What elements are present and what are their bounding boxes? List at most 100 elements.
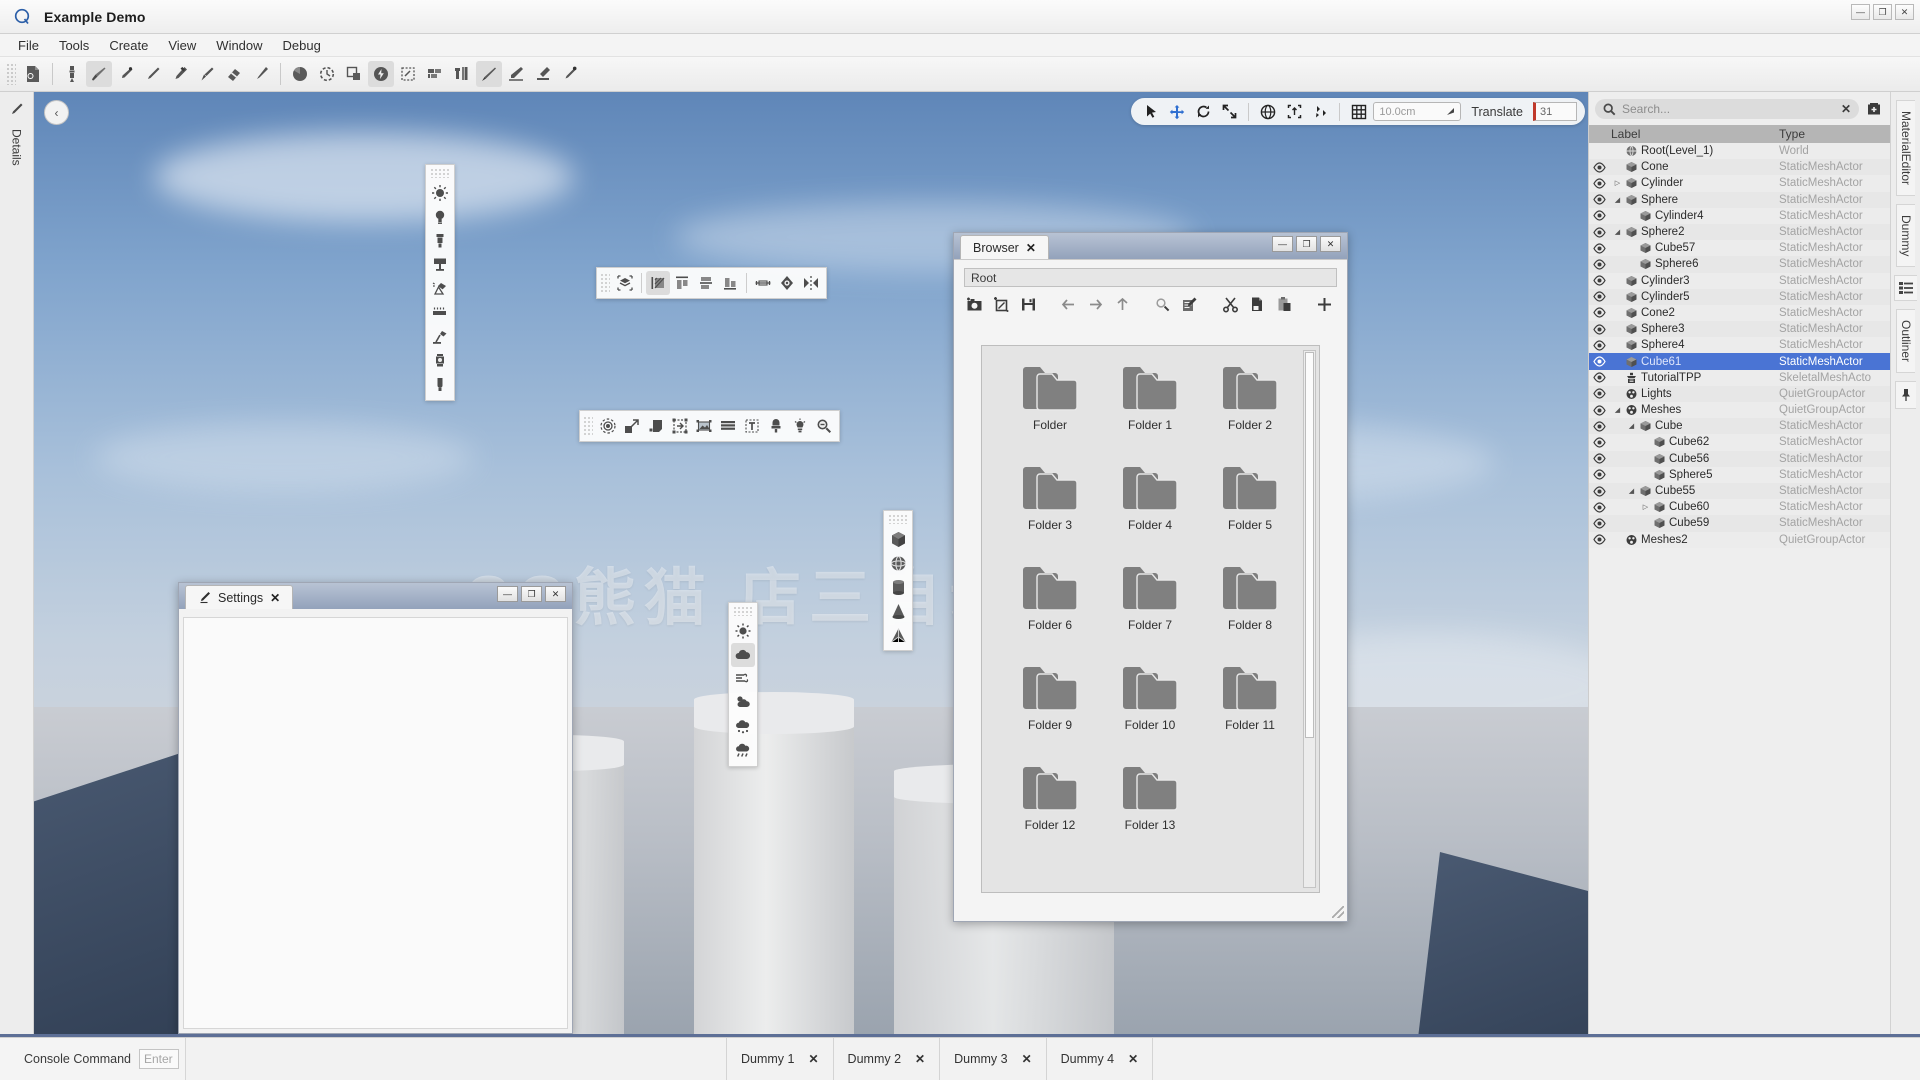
settings-minimize-button[interactable]: — — [497, 586, 518, 602]
ink-pen-icon[interactable] — [248, 61, 274, 87]
tower-light-icon[interactable] — [428, 229, 452, 253]
menu-tools[interactable]: Tools — [49, 36, 99, 55]
bottom-tab-close-icon[interactable]: ✕ — [808, 1052, 818, 1066]
align-center-object-icon[interactable] — [613, 271, 637, 295]
settings-title-bar[interactable]: Settings ✕ — ❐ ✕ — [179, 583, 572, 609]
browser-window[interactable]: Browser ✕ — ❐ ✕ Root — [953, 232, 1348, 922]
crop-select-icon[interactable] — [395, 61, 421, 87]
visibility-eye-icon[interactable] — [1589, 162, 1609, 173]
visibility-eye-icon[interactable] — [1589, 518, 1609, 529]
visibility-eye-icon[interactable] — [1589, 210, 1609, 221]
browser-path-bar[interactable]: Root — [964, 268, 1337, 287]
outliner-row[interactable]: LightsQuietGroupActor — [1589, 386, 1890, 402]
wind-icon[interactable] — [731, 667, 755, 691]
cut-scissors-icon[interactable] — [1218, 292, 1243, 316]
maximize-button[interactable]: ❐ — [1873, 4, 1892, 20]
snap-value-input[interactable]: 10.0cm — [1373, 102, 1461, 121]
add-folder-icon[interactable] — [1864, 99, 1884, 119]
airbrush-icon[interactable] — [194, 61, 220, 87]
rain-icon[interactable] — [731, 739, 755, 763]
image-placeholder-icon[interactable] — [692, 414, 716, 438]
bottom-tab-dummy-4[interactable]: Dummy 4 ✕ — [1047, 1038, 1154, 1080]
bricks-icon[interactable] — [422, 61, 448, 87]
paste-icon[interactable] — [1272, 292, 1297, 316]
paintbrush-icon[interactable] — [86, 61, 112, 87]
outliner-row[interactable]: Sphere6StaticMeshActor — [1589, 256, 1890, 272]
visibility-eye-icon[interactable] — [1589, 307, 1609, 318]
outliner-row[interactable]: Root(Level_1)World — [1589, 143, 1890, 159]
folder-item[interactable]: Folder 4 — [1100, 458, 1200, 558]
settings-maximize-button[interactable]: ❐ — [521, 586, 542, 602]
browser-tab-close-icon[interactable]: ✕ — [1026, 241, 1036, 255]
pencil-icon[interactable] — [140, 61, 166, 87]
chevron-down-icon[interactable]: ◢ — [1613, 406, 1622, 414]
folder-item[interactable]: Folder 6 — [1000, 558, 1100, 658]
mirror-icon[interactable] — [799, 271, 823, 295]
calligraphy-icon[interactable] — [530, 61, 556, 87]
folder-item[interactable]: Folder 5 — [1200, 458, 1300, 558]
settings-window[interactable]: Settings ✕ — ❐ ✕ — [178, 582, 573, 1034]
expand-arrow-icon[interactable] — [1446, 107, 1455, 116]
rotate-gizmo-icon[interactable] — [1191, 101, 1215, 123]
visibility-eye-icon[interactable] — [1589, 421, 1609, 432]
folder-item[interactable]: Folder 9 — [1000, 658, 1100, 758]
outliner-row[interactable]: ◢CubeStaticMeshActor — [1589, 418, 1890, 434]
bottom-tab-dummy-3[interactable]: Dummy 3 ✕ — [940, 1038, 1047, 1080]
desk-lamp-icon[interactable] — [428, 325, 452, 349]
visibility-eye-icon[interactable] — [1589, 388, 1609, 399]
outliner-row[interactable]: Cylinder5StaticMeshActor — [1589, 289, 1890, 305]
orbit-target-icon[interactable] — [596, 414, 620, 438]
globe-world-space-icon[interactable] — [1256, 101, 1280, 123]
rename-edit-icon[interactable] — [1177, 292, 1202, 316]
shapes-icon[interactable] — [341, 61, 367, 87]
visibility-eye-icon[interactable] — [1589, 194, 1609, 205]
visibility-eye-icon[interactable] — [1589, 486, 1609, 497]
outliner-row[interactable]: Cube57StaticMeshActor — [1589, 240, 1890, 256]
area-light-icon[interactable] — [428, 253, 452, 277]
visibility-eye-icon[interactable] — [1589, 453, 1609, 464]
folder-item[interactable]: Folder 12 — [1000, 758, 1100, 858]
settings-tab[interactable]: Settings ✕ — [185, 585, 293, 609]
align-bottom-icon[interactable] — [718, 271, 742, 295]
marker-icon[interactable] — [167, 61, 193, 87]
palette-grip-align[interactable] — [600, 273, 610, 293]
visibility-eye-icon[interactable] — [1589, 372, 1609, 383]
outliner-row[interactable]: ConeStaticMeshActor — [1589, 159, 1890, 175]
stamp-ruler-icon[interactable] — [449, 61, 475, 87]
brush-line-icon[interactable] — [476, 61, 502, 87]
fountain-pen-icon[interactable] — [113, 61, 139, 87]
visibility-eye-icon[interactable] — [1589, 227, 1609, 238]
up-arrow-icon[interactable] — [1110, 292, 1135, 316]
menu-window[interactable]: Window — [206, 36, 272, 55]
sidebar-tab-details[interactable]: Details — [7, 121, 27, 174]
sun-light-icon[interactable] — [428, 181, 452, 205]
folder-item[interactable]: Folder 2 — [1200, 358, 1300, 458]
ruler-pen-icon[interactable] — [503, 61, 529, 87]
visibility-eye-icon[interactable] — [1589, 356, 1609, 367]
align-top-icon[interactable] — [670, 271, 694, 295]
search-input[interactable]: Search... ✕ — [1595, 99, 1859, 119]
outliner-row[interactable]: Sphere3StaticMeshActor — [1589, 321, 1890, 337]
browser-title-bar[interactable]: Browser ✕ — ❐ ✕ — [954, 233, 1347, 259]
visibility-eye-icon[interactable] — [1589, 243, 1609, 254]
chevron-down-icon[interactable]: ◢ — [1613, 228, 1622, 236]
copy-icon[interactable] — [1245, 292, 1270, 316]
pivot-center-icon[interactable] — [1282, 101, 1306, 123]
toolbar-grip[interactable] — [6, 63, 16, 85]
cloud-sun-icon[interactable] — [731, 691, 755, 715]
column-type[interactable]: Type — [1779, 125, 1890, 143]
chevron-down-icon[interactable]: ◢ — [1627, 422, 1636, 430]
minimize-button[interactable]: — — [1851, 4, 1870, 20]
transform-box-icon[interactable] — [668, 414, 692, 438]
layers-stack-icon[interactable] — [716, 414, 740, 438]
chevron-down-icon[interactable]: ◢ — [1627, 487, 1636, 495]
outliner-row[interactable]: Meshes2QuietGroupActor — [1589, 532, 1890, 548]
spot-lamp-icon[interactable] — [428, 277, 452, 301]
bottom-tab-dummy-1[interactable]: Dummy 1 ✕ — [726, 1038, 834, 1080]
visibility-eye-icon[interactable] — [1589, 340, 1609, 351]
column-label[interactable]: Label — [1589, 125, 1779, 143]
outliner-row[interactable]: Cylinder3StaticMeshActor — [1589, 273, 1890, 289]
outliner-row[interactable]: Cone2StaticMeshActor — [1589, 305, 1890, 321]
browser-maximize-button[interactable]: ❐ — [1296, 236, 1317, 252]
chevron-right-icon[interactable]: ▷ — [1641, 503, 1650, 511]
